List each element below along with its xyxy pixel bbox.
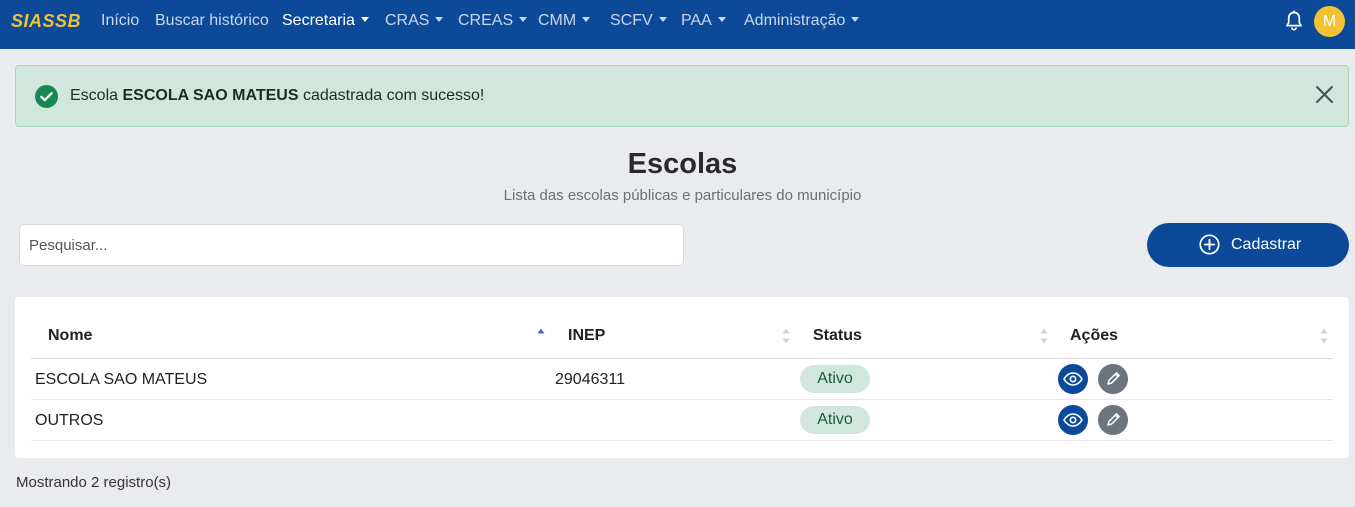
- nav-item-label: CRAS: [385, 12, 430, 29]
- plus-circle-icon: [1199, 234, 1220, 255]
- nav-item-label: Secretaria: [282, 12, 355, 29]
- pencil-icon: [1107, 413, 1120, 426]
- nav-item-creas[interactable]: CREAS: [458, 12, 528, 30]
- eye-icon: [1063, 372, 1083, 386]
- column-header-inep[interactable]: INEP: [568, 327, 605, 345]
- view-button[interactable]: [1058, 405, 1088, 435]
- caret-down-icon: [519, 17, 528, 22]
- eye-icon: [1063, 413, 1083, 427]
- row-divider: [31, 399, 1333, 400]
- cell-nome: OUTROS: [35, 412, 104, 429]
- nav-item-label: Administração: [744, 12, 846, 29]
- view-button[interactable]: [1058, 364, 1088, 394]
- alert-suffix: cadastrada com sucesso!: [302, 87, 485, 104]
- caret-down-icon: [717, 17, 726, 22]
- edit-button[interactable]: [1098, 405, 1128, 435]
- nav-item-label: Buscar histórico: [155, 12, 269, 29]
- records-count: Mostrando 2 registro(s): [16, 474, 172, 491]
- cadastrar-button-label: Cadastrar: [1231, 236, 1302, 253]
- cadastrar-button[interactable]: Cadastrar: [1147, 223, 1349, 267]
- caret-down-icon: [360, 17, 369, 22]
- cell-nome: ESCOLA SAO MATEUS: [35, 371, 208, 388]
- success-alert: Escola ESCOLA SAO MATEUS cadastrada com …: [15, 65, 1349, 127]
- nav-item-cras[interactable]: CRAS: [385, 12, 444, 30]
- nav-item-label: PAA: [681, 12, 712, 29]
- caret-down-icon: [435, 17, 444, 22]
- top-navbar: SIASSB Início Buscar histórico Secretari…: [0, 0, 1355, 49]
- column-header-acoes[interactable]: Ações: [1070, 327, 1118, 345]
- nav-item-label: CMM: [538, 12, 577, 29]
- nav-item-administracao[interactable]: Administração: [744, 12, 860, 30]
- page-subtitle: Lista das escolas públicas e particulare…: [503, 187, 862, 204]
- nav-item-buscar-historico[interactable]: Buscar histórico: [155, 12, 269, 30]
- caret-down-icon: [582, 17, 591, 22]
- column-header-nome[interactable]: Nome: [48, 327, 92, 345]
- row-divider: [31, 440, 1333, 441]
- search-input[interactable]: [19, 224, 684, 266]
- check-circle-icon: [35, 85, 58, 108]
- sort-asc-icon[interactable]: [537, 328, 545, 344]
- cell-inep: 29046311: [555, 371, 625, 388]
- nav-item-label: Início: [101, 12, 140, 29]
- status-badge: Ativo: [800, 365, 870, 393]
- edit-button[interactable]: [1098, 364, 1128, 394]
- alert-school-name: ESCOLA SAO MATEUS: [122, 87, 299, 104]
- close-icon[interactable]: [1315, 85, 1334, 104]
- sort-icon[interactable]: [1040, 328, 1048, 344]
- alert-prefix: Escola: [70, 87, 119, 104]
- column-header-status[interactable]: Status: [813, 327, 862, 345]
- pencil-icon: [1107, 372, 1120, 385]
- brand-logo[interactable]: SIASSB: [11, 11, 81, 32]
- caret-down-icon: [658, 17, 667, 22]
- nav-item-scfv[interactable]: SCFV: [610, 12, 667, 30]
- table-header-divider: [31, 358, 1333, 359]
- sort-icon[interactable]: [782, 328, 790, 344]
- status-badge: Ativo: [800, 406, 870, 434]
- nav-item-inicio[interactable]: Início: [101, 12, 139, 30]
- page-title: Escolas: [627, 148, 738, 180]
- nav-item-paa[interactable]: PAA: [681, 12, 726, 30]
- nav-item-label: CREAS: [458, 12, 514, 29]
- sort-icon[interactable]: [1320, 328, 1328, 344]
- caret-down-icon: [851, 17, 860, 22]
- user-avatar[interactable]: M: [1314, 6, 1345, 37]
- nav-item-secretaria[interactable]: Secretaria: [282, 12, 369, 30]
- bell-icon[interactable]: [1284, 10, 1304, 32]
- nav-item-cmm[interactable]: CMM: [538, 12, 591, 30]
- nav-item-label: SCFV: [610, 12, 653, 29]
- alert-message: Escola ESCOLA SAO MATEUS cadastrada com …: [70, 87, 484, 105]
- schools-table-card: Nome INEP Status Ações ESCOLA SAO MATEUS…: [15, 297, 1349, 458]
